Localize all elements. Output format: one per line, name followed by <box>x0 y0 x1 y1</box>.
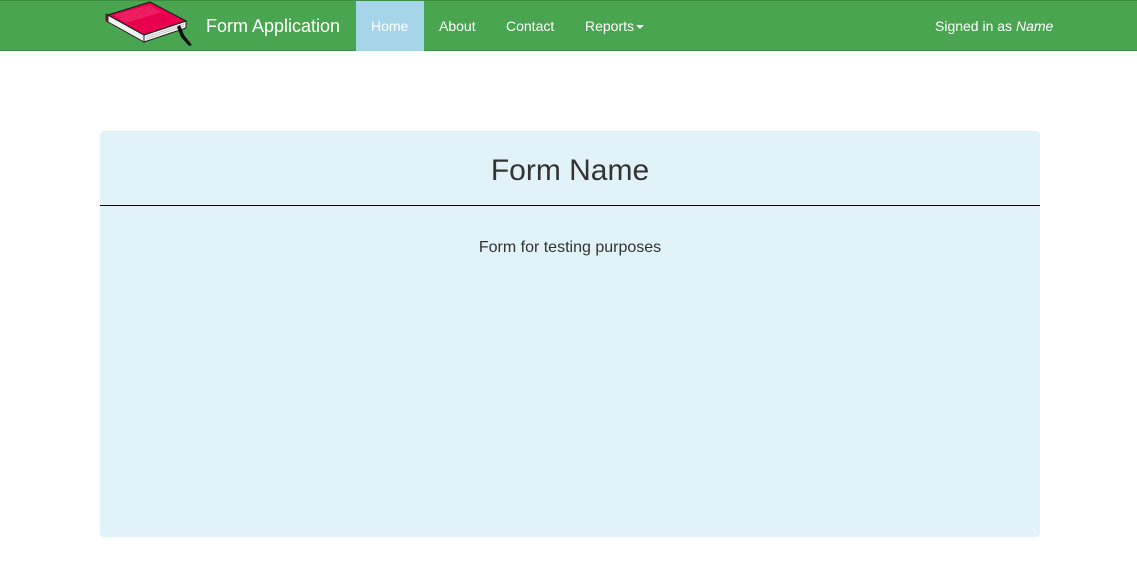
nav-contact[interactable]: Contact <box>491 1 569 51</box>
signed-in-prefix: Signed in as <box>935 18 1013 34</box>
nav-reports-dropdown[interactable]: Reports <box>570 1 659 51</box>
brand-name[interactable]: Form Application <box>206 15 340 37</box>
form-panel: Form Name Form for testing purposes <box>100 131 1040 537</box>
nav-home[interactable]: Home <box>356 1 424 51</box>
title-divider <box>100 205 1040 206</box>
top-navbar: Form Application Home About Contact Repo… <box>0 0 1137 51</box>
signed-in-user: Name <box>1015 18 1054 34</box>
nav-reports-label: Reports <box>585 18 635 34</box>
caret-down-icon <box>636 25 645 30</box>
nav-about[interactable]: About <box>424 1 491 51</box>
form-title: Form Name <box>490 154 650 187</box>
form-description: Form for testing purposes <box>478 239 662 256</box>
book-icon[interactable] <box>104 1 196 49</box>
signed-in-status: Signed in as Name <box>935 1 1053 51</box>
